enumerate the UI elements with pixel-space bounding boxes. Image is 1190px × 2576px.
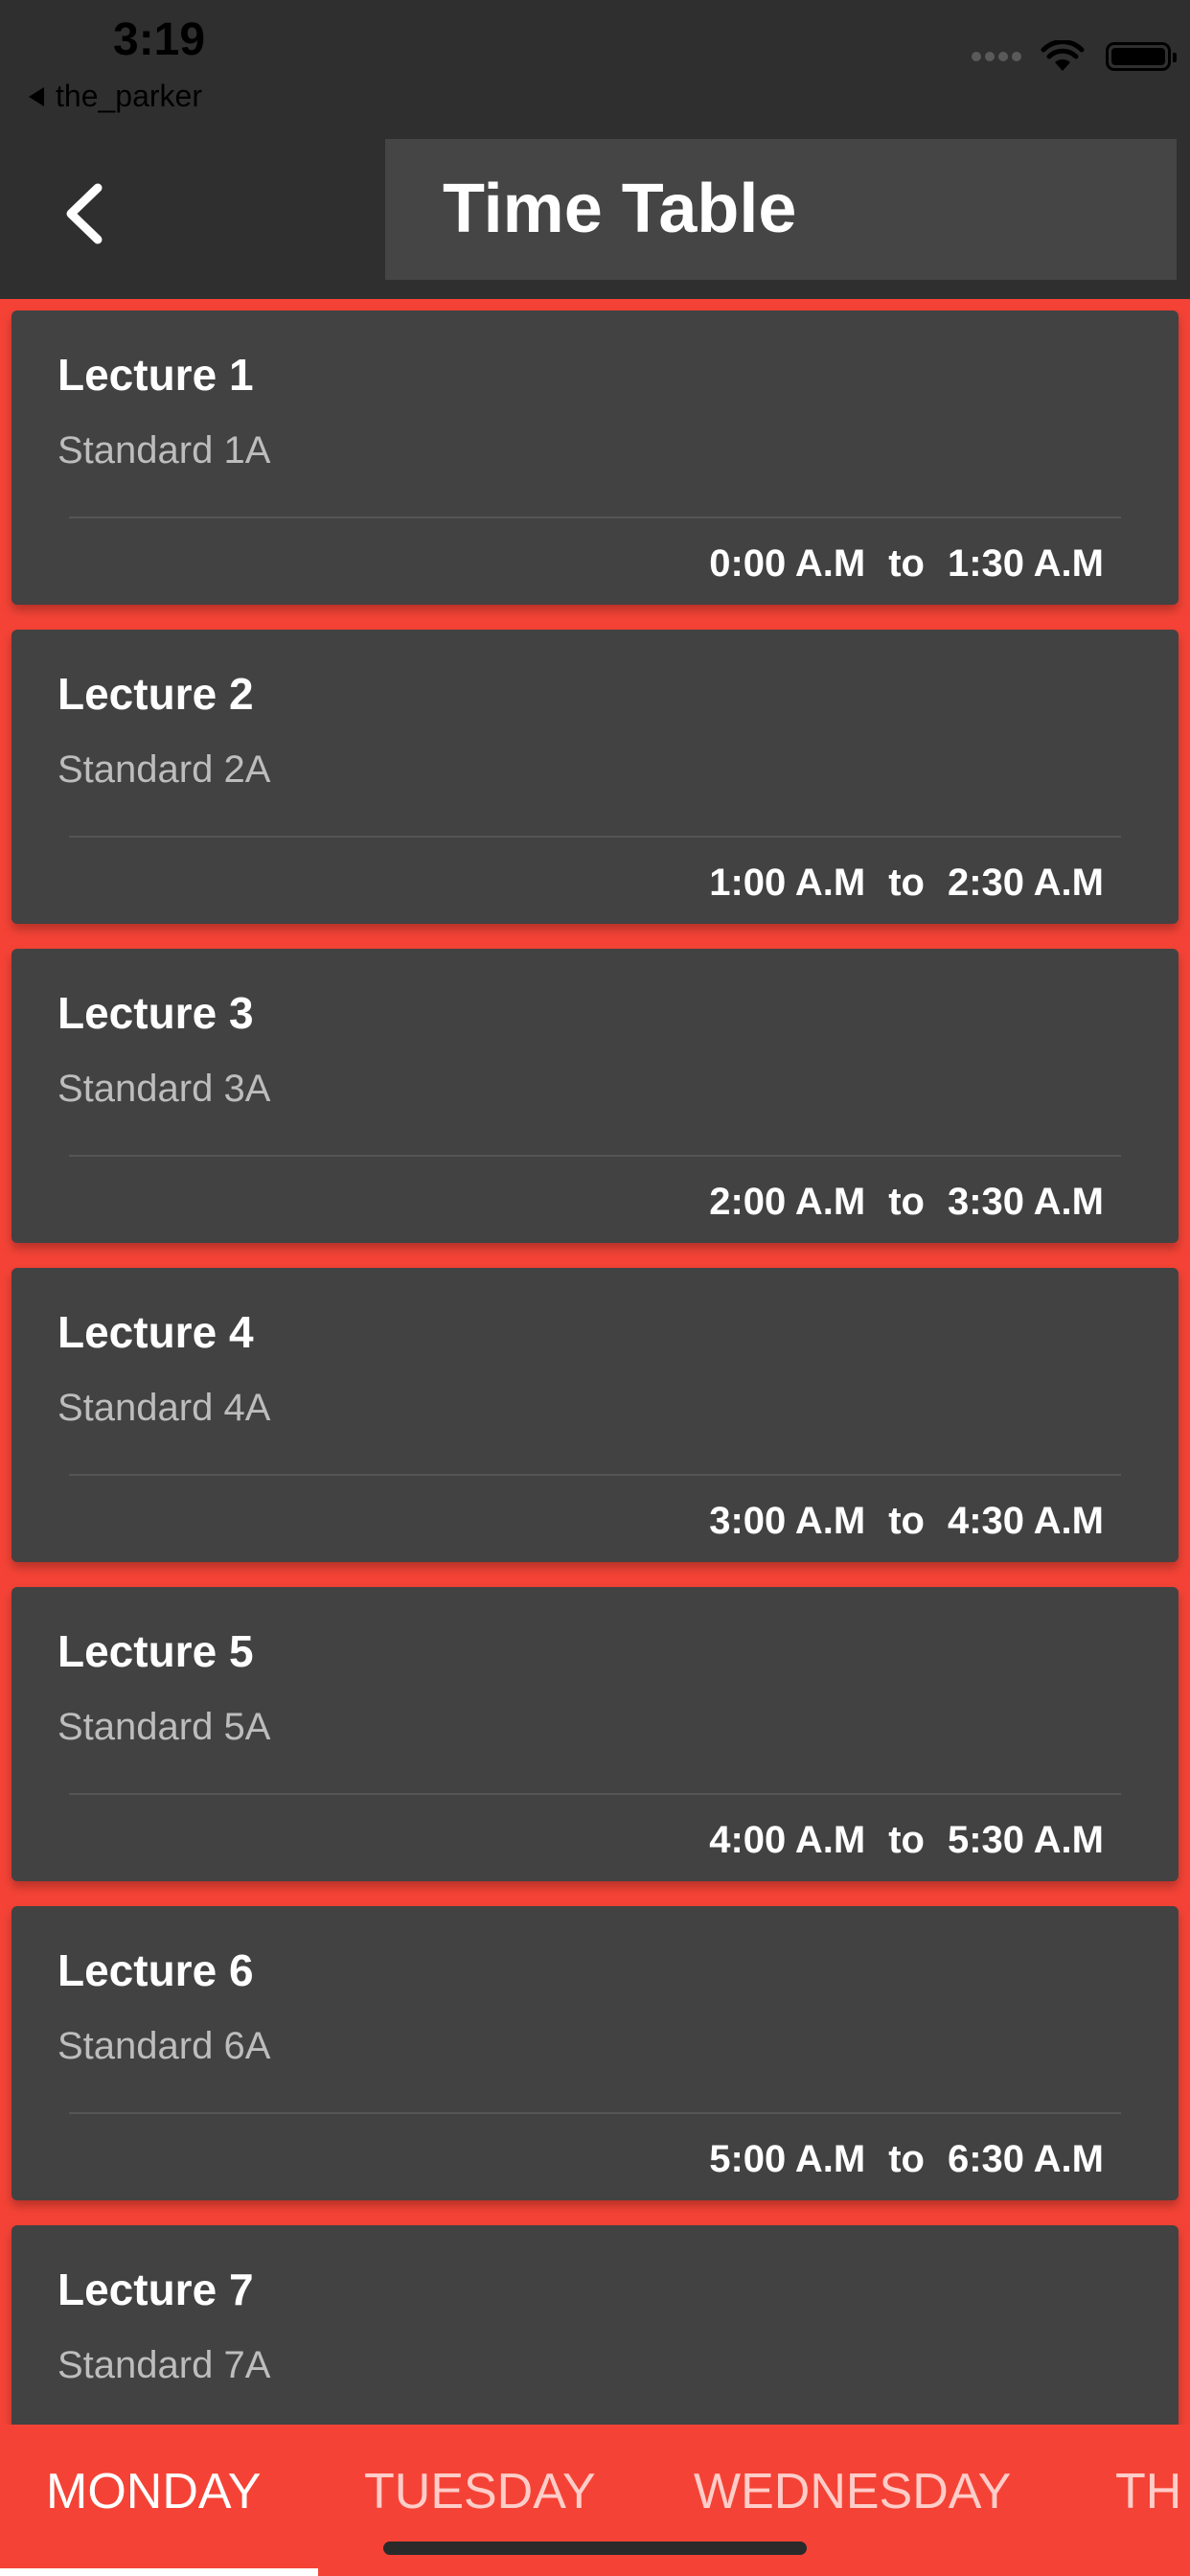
lecture-time: 2:00 A.M to 3:30 A.M [709,1181,1104,1224]
triangle-left-icon [29,86,44,106]
lecture-end-time: 6:30 A.M [947,2138,1104,2180]
card-divider [69,1155,1121,1157]
lecture-end-time: 5:30 A.M [947,1819,1104,1861]
lecture-title: Lecture 2 [57,669,254,719]
lecture-time: 0:00 A.M to 1:30 A.M [709,542,1104,586]
card-divider [69,2112,1121,2114]
wifi-icon [1041,40,1085,71]
lecture-standard: Standard 3A [57,1068,271,1110]
lecture-end-time: 3:30 A.M [947,1181,1104,1223]
lecture-title: Lecture 3 [57,988,254,1038]
chevron-left-icon [66,183,103,244]
lecture-card[interactable]: Lecture 5 Standard 5A 4:00 A.M to 5:30 A.M [11,1587,1179,1881]
lecture-end-time: 4:30 A.M [947,1500,1104,1542]
card-divider [69,836,1121,838]
time-separator: to [888,862,925,904]
lecture-title: Lecture 1 [57,350,254,400]
time-separator: to [888,2138,925,2180]
lecture-time: 4:00 A.M to 5:30 A.M [709,1819,1104,1862]
lecture-title: Lecture 4 [57,1307,254,1357]
lecture-list[interactable]: Lecture 1 Standard 1A 0:00 A.M to 1:30 A.M… [0,299,1190,2425]
lecture-title: Lecture 7 [57,2265,254,2314]
status-time: 3:19 [113,14,206,65]
battery-icon [1106,42,1177,71]
lecture-standard: Standard 7A [57,2344,271,2386]
status-back-to-app[interactable]: the_parker [29,79,202,114]
lecture-standard: Standard 2A [57,748,271,791]
lecture-time: 3:00 A.M to 4:30 A.M [709,1500,1104,1543]
tab-tuesday[interactable]: TUESDAY [364,2463,596,2520]
status-bar: 3:19 the_parker [0,0,1190,129]
lecture-end-time: 2:30 A.M [947,862,1104,904]
lecture-card[interactable]: Lecture 1 Standard 1A 0:00 A.M to 1:30 A.M [11,310,1179,605]
lecture-standard: Standard 4A [57,1387,271,1429]
lecture-title: Lecture 5 [57,1626,254,1676]
page-title: Time Table [443,171,797,247]
lecture-start-time: 1:00 A.M [709,862,866,904]
lecture-card[interactable]: Lecture 4 Standard 4A 3:00 A.M to 4:30 A.M [11,1268,1179,1562]
card-divider [69,1474,1121,1476]
lecture-standard: Standard 5A [57,1706,271,1748]
lecture-start-time: 5:00 A.M [709,2138,866,2180]
lecture-card[interactable]: Lecture 3 Standard 3A 2:00 A.M to 3:30 A.M [11,949,1179,1243]
time-separator: to [888,1500,925,1542]
signal-icon [968,52,1021,61]
tab-thursday[interactable]: TH [1115,2463,1181,2520]
lecture-card[interactable]: Lecture 7 Standard 7A [11,2225,1179,2425]
time-separator: to [888,1181,925,1223]
lecture-standard: Standard 1A [57,429,271,472]
lecture-start-time: 2:00 A.M [709,1181,866,1223]
tab-monday[interactable]: MONDAY [46,2463,261,2520]
lecture-start-time: 4:00 A.M [709,1819,866,1861]
time-separator: to [888,1819,925,1861]
lecture-start-time: 3:00 A.M [709,1500,866,1542]
time-separator: to [888,542,925,585]
back-button[interactable] [50,175,117,252]
lecture-card[interactable]: Lecture 2 Standard 2A 1:00 A.M to 2:30 A.M [11,630,1179,924]
lecture-card[interactable]: Lecture 6 Standard 6A 5:00 A.M to 6:30 A.M [11,1906,1179,2200]
home-indicator[interactable] [383,2542,807,2555]
card-divider [69,517,1121,518]
status-back-app-label: the_parker [56,79,202,113]
lecture-standard: Standard 6A [57,2025,271,2067]
lecture-end-time: 1:30 A.M [947,542,1104,585]
lecture-title: Lecture 6 [57,1945,254,1995]
lecture-time: 5:00 A.M to 6:30 A.M [709,2138,1104,2181]
page-title-box: Time Table [385,139,1177,280]
lecture-start-time: 0:00 A.M [709,542,866,585]
app-header: Time Table [0,129,1190,299]
status-indicators [968,40,1177,73]
card-divider [69,1793,1121,1795]
active-tab-indicator [0,2568,318,2576]
lecture-time: 1:00 A.M to 2:30 A.M [709,862,1104,905]
tab-wednesday[interactable]: WEDNESDAY [694,2463,1011,2520]
